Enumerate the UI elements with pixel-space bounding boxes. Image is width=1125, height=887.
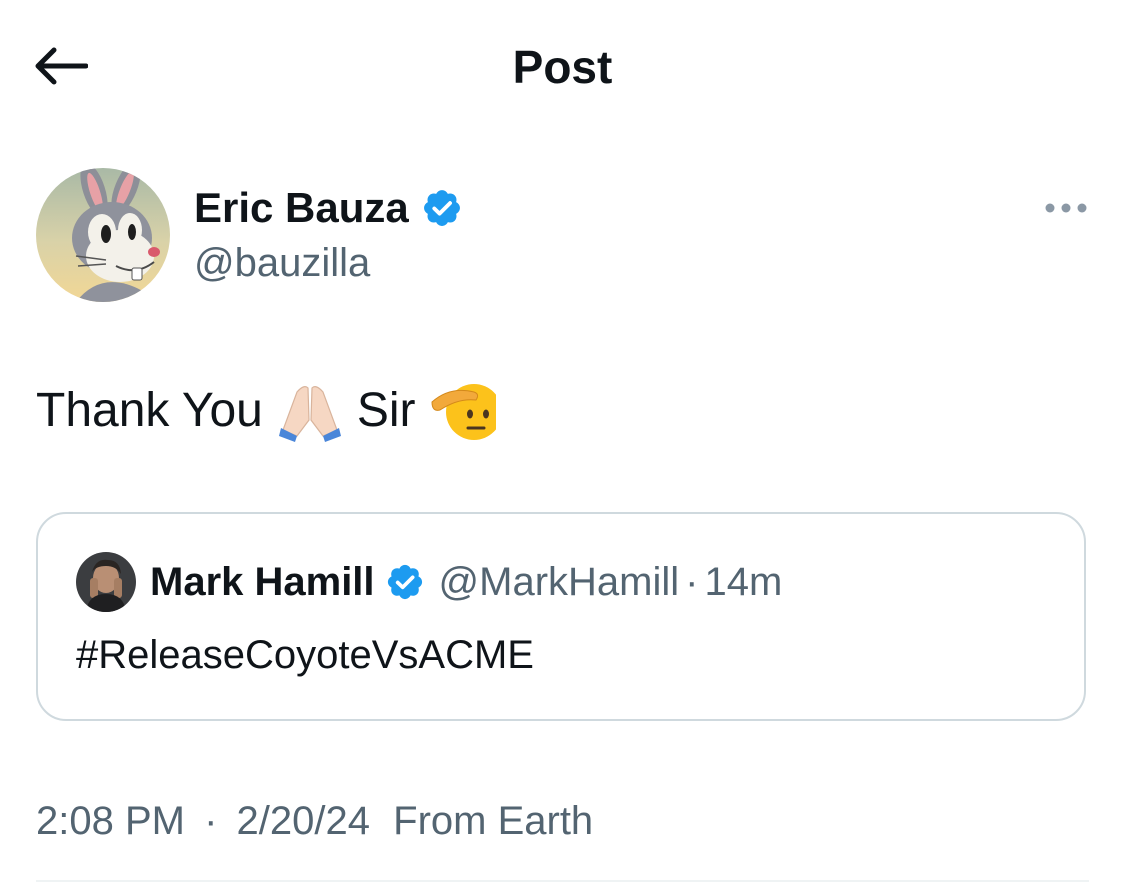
more-options-button[interactable] — [1036, 188, 1096, 228]
cartoon-rabbit-avatar-icon — [36, 168, 170, 302]
quoted-author-name: Mark Hamill — [150, 560, 375, 604]
quoted-post-card[interactable]: Mark Hamill @MarkHamill · 14m #ReleaseCo… — [36, 512, 1086, 721]
folded-hands-emoji-icon — [278, 386, 341, 442]
avatar[interactable] — [36, 168, 170, 302]
quoted-post-text: #ReleaseCoyoteVsACME — [76, 633, 534, 677]
page-title: Post — [512, 41, 613, 93]
post-text: Thank You Sir — [36, 380, 496, 442]
verified-badge-icon — [387, 564, 422, 600]
post-metadata: 2:08 PM · 2/20/24 From Earth — [36, 796, 593, 846]
post-text-part1: Thank You — [36, 384, 263, 437]
post-time: 2:08 PM — [36, 799, 185, 843]
quoted-author-handle: @MarkHamill — [438, 560, 680, 604]
separator-dot: · — [685, 560, 699, 604]
person-avatar-icon — [76, 552, 136, 612]
divider — [36, 880, 1089, 882]
author-name: Eric Bauza — [194, 184, 409, 231]
top-bar: Post — [0, 0, 1125, 135]
saluting-face-emoji-icon — [431, 384, 496, 440]
verified-badge-icon — [423, 190, 460, 226]
quoted-post-header: Mark Hamill @MarkHamill · 14m — [76, 552, 782, 612]
post-date: 2/20/24 — [236, 799, 371, 843]
more-horizontal-icon — [1045, 203, 1087, 213]
quoted-post-time: 14m — [704, 560, 783, 604]
post-source: From Earth — [393, 799, 594, 843]
separator-dot: · — [204, 799, 218, 843]
author-handle[interactable]: @bauzilla — [194, 238, 370, 288]
post-author: Eric Bauza @bauzilla — [36, 168, 1096, 308]
quoted-author-avatar — [76, 552, 136, 612]
author-name-row[interactable]: Eric Bauza — [194, 182, 463, 234]
post-text-part2: Sir — [356, 384, 416, 437]
